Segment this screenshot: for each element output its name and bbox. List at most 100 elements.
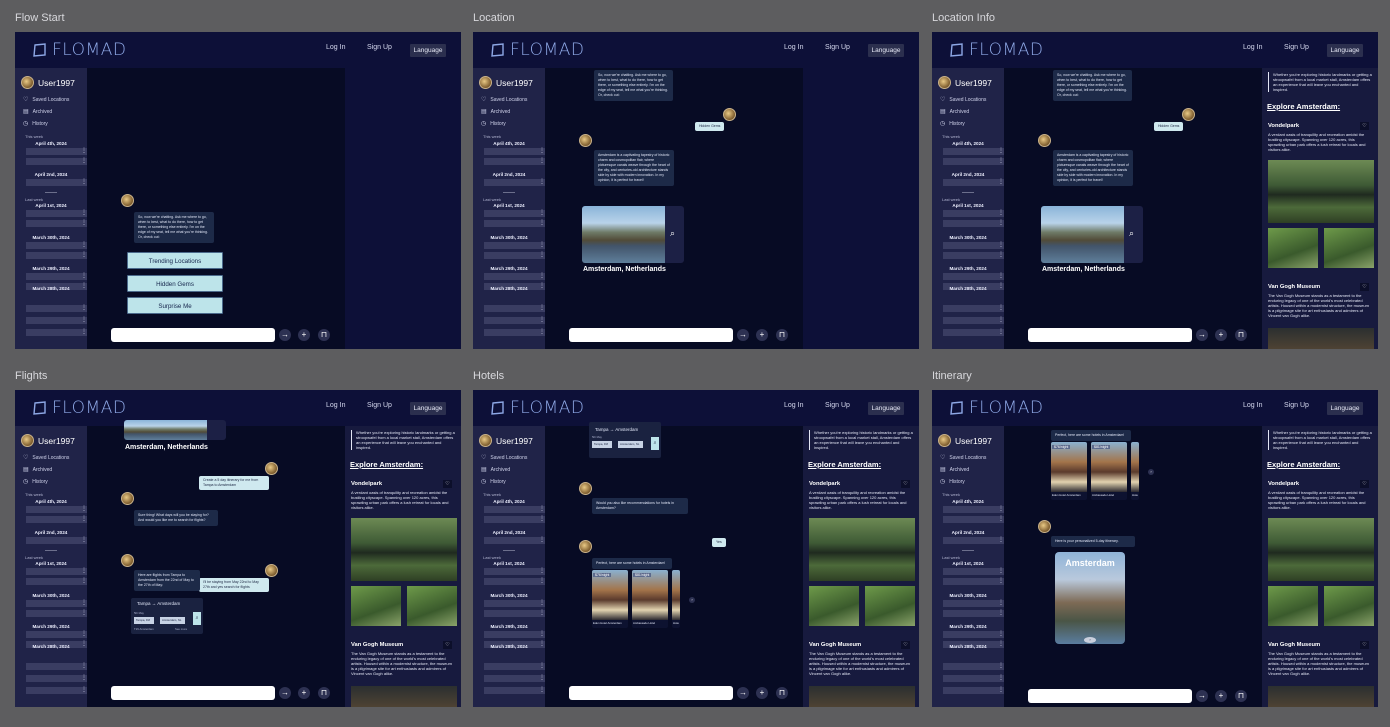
location-card[interactable]: ⌕ [1041, 206, 1143, 263]
language-button[interactable]: Language [868, 402, 904, 415]
logo[interactable]: FLOMAD [949, 40, 1043, 60]
history-entry[interactable]: ⋮ [484, 506, 547, 513]
sidebar-item-saved[interactable]: ♡ Saved Locations [940, 96, 986, 104]
hotel-card[interactable]: $81/night Ambassade Hotel [632, 570, 668, 628]
history-entry[interactable]: ⋮ [484, 600, 547, 607]
chat-input[interactable] [111, 328, 275, 342]
sidebar-item-history[interactable]: ◷ History [481, 478, 506, 486]
hotel-card[interactable]: $76/night Eden Hotel Amsterdam [1051, 442, 1087, 500]
bookmark-button[interactable]: ⊓ [776, 687, 788, 699]
language-button[interactable]: Language [410, 44, 446, 57]
see-more-link[interactable]: See more [175, 627, 187, 631]
sidebar-item-archived[interactable]: ▤ Archived [23, 466, 52, 474]
add-button[interactable]: + [756, 687, 768, 699]
bookmark-button[interactable]: ⊓ [776, 329, 788, 341]
language-button[interactable]: Language [410, 402, 446, 415]
sidebar-item-saved[interactable]: ♡ Saved Locations [940, 454, 986, 462]
history-entry[interactable]: ⋮ [26, 578, 89, 585]
sidebar-item-history[interactable]: ◷ History [940, 120, 965, 128]
sidebar-item-archived[interactable]: ▤ Archived [481, 108, 510, 116]
trending-locations-button[interactable]: Trending Locations [127, 252, 223, 269]
bookmark-button[interactable]: ⊓ [1235, 690, 1247, 702]
next-arrow-icon[interactable]: › [689, 597, 695, 603]
history-entry[interactable]: ⋮ [484, 568, 547, 575]
login-link[interactable]: Log In [326, 402, 345, 409]
login-link[interactable]: Log In [784, 402, 803, 409]
save-heart-icon[interactable]: ♡ [443, 641, 452, 649]
history-entry[interactable]: ⋮ [26, 158, 89, 165]
flight-card[interactable]: Tampa → Amsterdam 5th May Tampa, FM Amst… [131, 598, 203, 634]
history-entry[interactable]: ⋮ [26, 610, 89, 617]
history-entry[interactable]: ⋮ [484, 179, 547, 186]
history-entry[interactable]: ⋮ [943, 179, 1006, 186]
surprise-me-button[interactable]: Surprise Me [127, 297, 223, 314]
sidebar-item-saved[interactable]: ♡ Saved Locations [23, 454, 69, 462]
history-entry[interactable]: ⋮ [484, 148, 547, 155]
next-arrow-icon[interactable]: › [1148, 469, 1154, 475]
sidebar-item-history[interactable]: ◷ History [481, 120, 506, 128]
flight-card[interactable]: Tampa → Amsterdam 5th May Tampa, FM Amst… [589, 422, 661, 458]
save-heart-icon[interactable]: ♡ [1360, 641, 1369, 649]
signup-link[interactable]: Sign Up [825, 402, 850, 409]
add-button[interactable]: + [298, 329, 310, 341]
avatar[interactable] [938, 434, 951, 447]
history-entry[interactable]: ⋮ [26, 516, 89, 523]
send-button[interactable]: → [1196, 690, 1208, 702]
logo[interactable]: FLOMAD [490, 40, 584, 60]
history-entry[interactable]: ⋮ [943, 687, 1006, 694]
location-card[interactable]: ⌕ [582, 206, 684, 263]
signup-link[interactable]: Sign Up [367, 402, 392, 409]
history-entry[interactable]: ⋮ [26, 675, 89, 682]
history-entry[interactable]: ⋮ [943, 578, 1006, 585]
history-entry[interactable]: ⋮ [484, 610, 547, 617]
bookmark-button[interactable]: ⊓ [318, 329, 330, 341]
history-entry[interactable]: ⋮ [484, 537, 547, 544]
history-entry[interactable]: ⋮ [943, 537, 1006, 544]
login-link[interactable]: Log In [326, 44, 345, 51]
save-heart-icon[interactable]: ♡ [1360, 480, 1369, 488]
history-entry[interactable]: ⋮ [484, 675, 547, 682]
language-button[interactable]: Language [868, 44, 904, 57]
location-card[interactable] [124, 420, 226, 440]
history-entry[interactable]: ⋮ [26, 600, 89, 607]
avatar[interactable] [21, 76, 34, 89]
search-icon[interactable]: ⌕ [1129, 228, 1134, 239]
history-entry[interactable]: ⋮ [484, 631, 547, 638]
history-entry[interactable]: ⋮ [26, 210, 89, 217]
chat-input[interactable] [569, 328, 733, 342]
history-entry[interactable]: ⋮ [484, 252, 547, 259]
save-heart-icon[interactable]: ♡ [901, 480, 910, 488]
save-heart-icon[interactable]: ♡ [1360, 122, 1369, 130]
logo[interactable]: FLOMAD [32, 40, 126, 60]
history-entry[interactable]: ⋮ [484, 220, 547, 227]
login-link[interactable]: Log In [1243, 402, 1262, 409]
history-entry[interactable]: ⋮ [943, 242, 1006, 249]
send-button[interactable]: → [737, 329, 749, 341]
language-button[interactable]: Language [1327, 402, 1363, 415]
history-entry[interactable]: ⋮ [484, 242, 547, 249]
save-heart-icon[interactable]: ♡ [901, 641, 910, 649]
history-entry[interactable]: ⋮ [484, 210, 547, 217]
history-entry[interactable]: ⋮ [943, 506, 1006, 513]
history-entry[interactable]: ⋮ [943, 329, 1006, 336]
history-entry[interactable]: ⋮ [484, 273, 547, 280]
sidebar-item-history[interactable]: ◷ History [23, 478, 48, 486]
sidebar-item-history[interactable]: ◷ History [23, 120, 48, 128]
chat-input[interactable] [1028, 328, 1192, 342]
bookmark-button[interactable]: ⊓ [1235, 329, 1247, 341]
history-entry[interactable]: ⋮ [943, 273, 1006, 280]
sidebar-item-archived[interactable]: ▤ Archived [940, 108, 969, 116]
signup-link[interactable]: Sign Up [1284, 44, 1309, 51]
history-entry[interactable]: ⋮ [943, 516, 1006, 523]
history-entry[interactable]: ⋮ [26, 252, 89, 259]
hidden-gems-button[interactable]: Hidden Gems [127, 275, 223, 292]
avatar[interactable] [479, 434, 492, 447]
search-icon[interactable]: ⌕ [651, 437, 659, 450]
login-link[interactable]: Log In [1243, 44, 1262, 51]
sidebar-item-saved[interactable]: ♡ Saved Locations [481, 454, 527, 462]
history-entry[interactable]: ⋮ [26, 242, 89, 249]
history-entry[interactable]: ⋮ [26, 631, 89, 638]
sidebar-item-archived[interactable]: ▤ Archived [23, 108, 52, 116]
avatar[interactable] [479, 76, 492, 89]
history-entry[interactable]: ⋮ [943, 631, 1006, 638]
